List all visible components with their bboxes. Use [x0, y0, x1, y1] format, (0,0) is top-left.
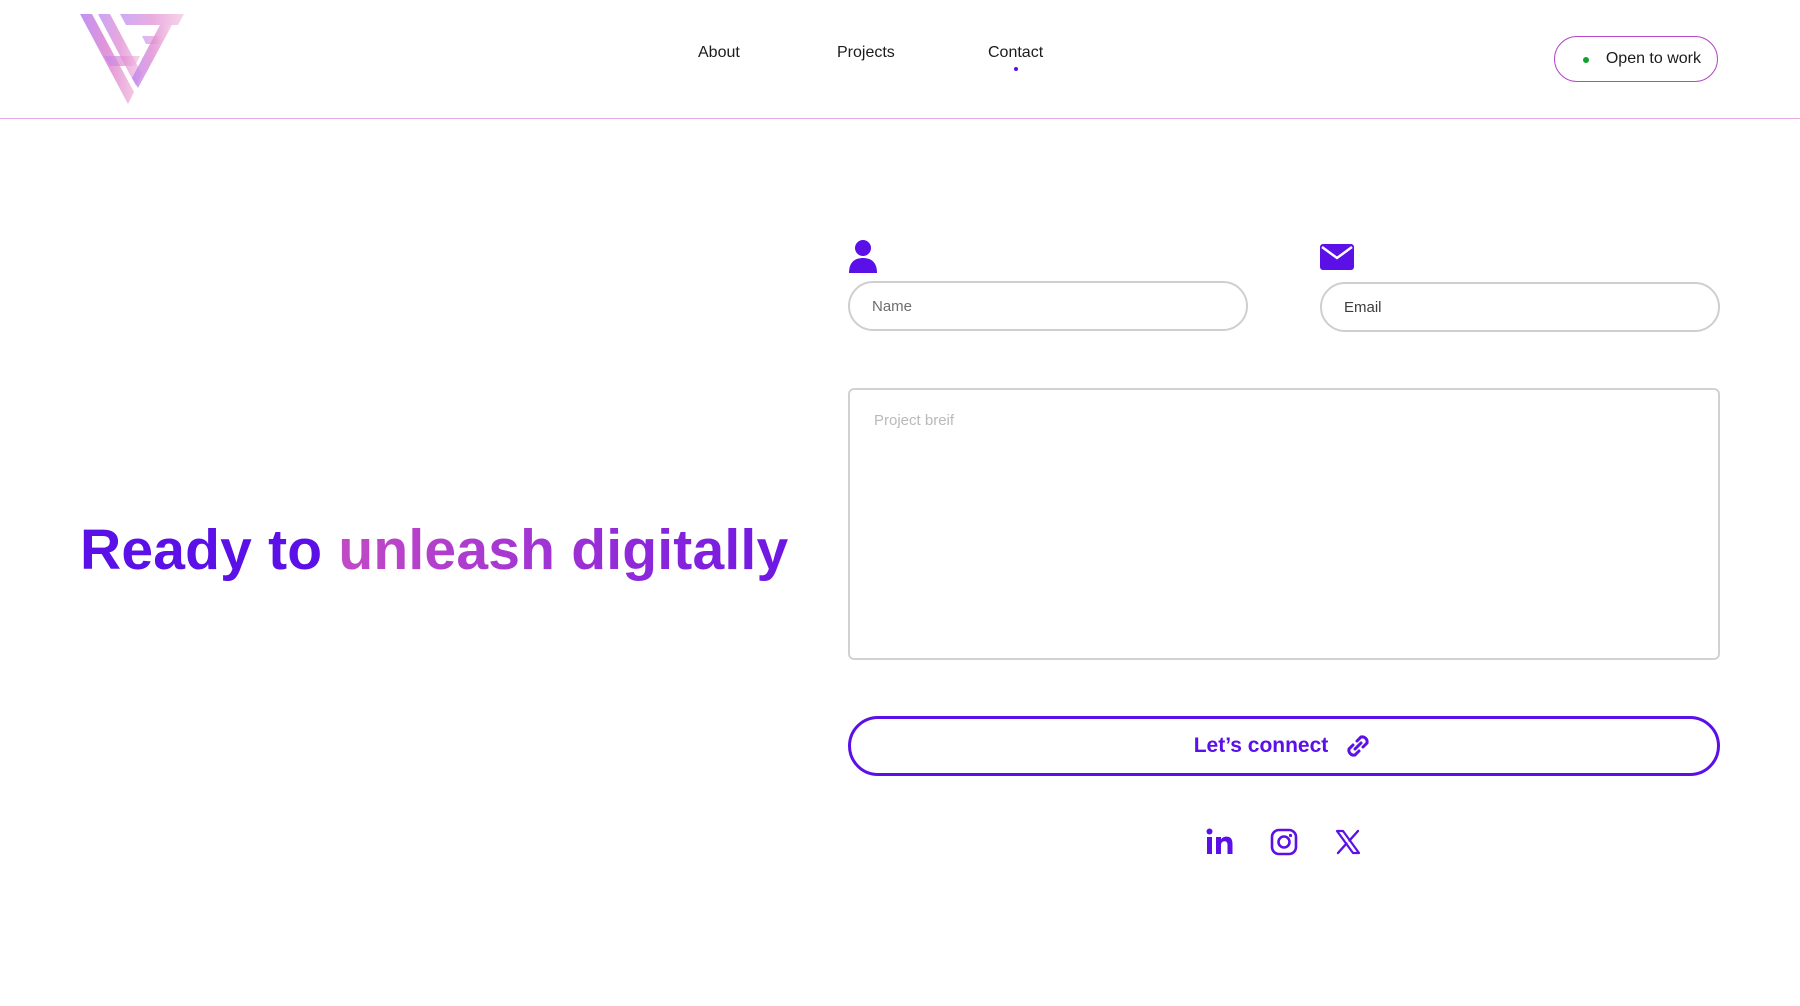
- main-nav: About Projects Contact: [0, 44, 1800, 74]
- name-input[interactable]: [848, 281, 1248, 331]
- site-header: About Projects Contact Open to work: [0, 0, 1800, 119]
- link-icon: [1347, 735, 1369, 757]
- project-brief-textarea[interactable]: [848, 388, 1720, 660]
- hero-headline: Ready to unleash digitally: [80, 512, 788, 588]
- email-input[interactable]: [1320, 282, 1720, 332]
- x-icon[interactable]: [1332, 826, 1364, 858]
- nav-contact[interactable]: Contact: [988, 44, 1043, 71]
- headline-part2: unleash digitally: [338, 518, 789, 582]
- status-dot: [1583, 57, 1589, 63]
- linkedin-icon[interactable]: [1204, 826, 1236, 858]
- headline-part1: Ready to: [80, 518, 339, 582]
- nav-projects[interactable]: Projects: [837, 44, 895, 62]
- open-to-work-button[interactable]: Open to work: [1554, 36, 1718, 82]
- lets-connect-button[interactable]: Let’s connect: [848, 716, 1720, 776]
- lets-connect-label: Let’s connect: [1193, 734, 1329, 757]
- envelope-icon: [1320, 244, 1354, 270]
- nav-about[interactable]: About: [698, 44, 740, 62]
- instagram-icon[interactable]: [1268, 826, 1300, 858]
- status-label: Open to work: [1605, 50, 1701, 67]
- user-icon: [849, 240, 877, 273]
